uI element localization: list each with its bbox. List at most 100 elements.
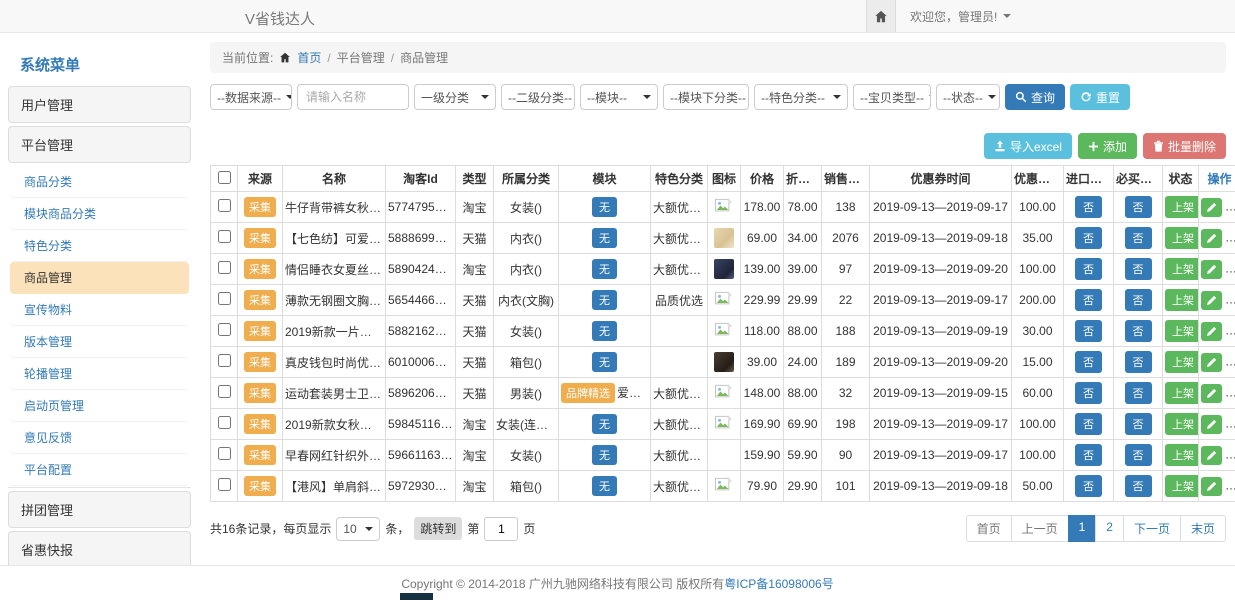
page-button[interactable]: 末页 xyxy=(1180,515,1226,542)
name-search-input[interactable] xyxy=(297,84,409,110)
must-buy-toggle[interactable]: 否 xyxy=(1125,196,1152,218)
edit-button[interactable] xyxy=(1201,291,1222,310)
edit-button[interactable] xyxy=(1201,322,1222,341)
home-icon[interactable] xyxy=(866,0,896,32)
status-badge[interactable]: 上架 xyxy=(1165,227,1199,249)
edit-button[interactable] xyxy=(1201,260,1222,279)
page-button[interactable]: 1 xyxy=(1068,515,1097,542)
sidebar-group[interactable]: 省惠快报 xyxy=(8,531,191,565)
must-buy-toggle[interactable]: 否 xyxy=(1125,351,1152,373)
breadcrumb-separator: / xyxy=(327,51,330,65)
import-select-toggle[interactable]: 否 xyxy=(1075,320,1102,342)
select-all-checkbox[interactable] xyxy=(218,171,231,184)
edit-button[interactable] xyxy=(1201,446,1222,465)
page-size-select[interactable]: 10 xyxy=(336,517,380,541)
page-button[interactable]: 上一页 xyxy=(1011,515,1069,542)
edit-button[interactable] xyxy=(1201,415,1222,434)
status-badge[interactable]: 上架 xyxy=(1165,320,1199,342)
sidebar-item[interactable]: 商品管理 xyxy=(10,262,189,294)
page-info: 共16条记录，每页显示 10 条， 跳转到 第 页 xyxy=(210,517,535,541)
add-button[interactable]: 添加 xyxy=(1078,133,1137,159)
filter-select[interactable]: --模块下分类-- xyxy=(663,84,749,110)
sidebar-item[interactable]: 特色分类 xyxy=(10,230,189,262)
edit-button[interactable] xyxy=(1201,353,1222,372)
must-buy-toggle[interactable]: 否 xyxy=(1125,475,1152,497)
filter-select[interactable]: 一级分类 xyxy=(414,84,496,110)
must-buy-toggle[interactable]: 否 xyxy=(1125,289,1152,311)
sidebar-item[interactable]: 轮播管理 xyxy=(10,358,189,390)
edit-button[interactable] xyxy=(1201,229,1222,248)
import-select-toggle[interactable]: 否 xyxy=(1075,227,1102,249)
search-button[interactable]: 查询 xyxy=(1005,84,1065,110)
filter-select[interactable]: --特色分类-- xyxy=(754,84,848,110)
page-button[interactable]: 2 xyxy=(1095,515,1124,542)
row-checkbox[interactable] xyxy=(218,261,231,274)
edit-button[interactable] xyxy=(1201,198,1222,217)
filter-select-label: --状态-- xyxy=(943,89,983,106)
import-select-toggle[interactable]: 否 xyxy=(1075,475,1102,497)
import-select-toggle[interactable]: 否 xyxy=(1075,289,1102,311)
must-buy-toggle[interactable]: 否 xyxy=(1125,444,1152,466)
must-buy-cell: 否 xyxy=(1114,285,1163,316)
status-badge[interactable]: 上架 xyxy=(1165,258,1199,280)
status-badge[interactable]: 上架 xyxy=(1165,444,1199,466)
page-button[interactable]: 下一页 xyxy=(1123,515,1181,542)
filter-select[interactable]: --二级分类-- xyxy=(501,84,575,110)
import-select-toggle[interactable]: 否 xyxy=(1075,196,1102,218)
row-checkbox[interactable] xyxy=(218,385,231,398)
status-badge[interactable]: 上架 xyxy=(1165,289,1199,311)
sidebar-item[interactable]: 商品分类 xyxy=(10,166,189,198)
sidebar-item[interactable]: 意见反馈 xyxy=(10,422,189,454)
status-badge[interactable]: 上架 xyxy=(1165,351,1199,373)
row-checkbox[interactable] xyxy=(218,478,231,491)
sidebar-group[interactable]: 平台管理 xyxy=(8,126,191,163)
jump-page-input[interactable] xyxy=(484,517,518,541)
row-checkbox[interactable] xyxy=(218,416,231,429)
edit-button[interactable] xyxy=(1201,384,1222,403)
import-select-toggle[interactable]: 否 xyxy=(1075,382,1102,404)
row-checkbox[interactable] xyxy=(218,354,231,367)
sidebar-group[interactable]: 拼团管理 xyxy=(8,491,191,528)
must-buy-toggle[interactable]: 否 xyxy=(1125,227,1152,249)
status-badge[interactable]: 上架 xyxy=(1165,196,1199,218)
status-badge[interactable]: 上架 xyxy=(1165,413,1199,435)
reset-button[interactable]: 重置 xyxy=(1070,84,1130,110)
import-select-toggle[interactable]: 否 xyxy=(1075,413,1102,435)
must-buy-toggle[interactable]: 否 xyxy=(1125,320,1152,342)
breadcrumb-home-link[interactable]: 首页 xyxy=(297,49,321,66)
filter-select[interactable]: --模块-- xyxy=(580,84,658,110)
user-menu[interactable]: 欢迎您，管理员! xyxy=(896,8,1021,25)
row-checkbox[interactable] xyxy=(218,230,231,243)
sidebar-group[interactable]: 用户管理 xyxy=(8,86,191,123)
sidebar-item[interactable]: 版本管理 xyxy=(10,326,189,358)
row-checkbox[interactable] xyxy=(218,292,231,305)
row-checkbox[interactable] xyxy=(218,323,231,336)
row-select-cell xyxy=(211,378,238,409)
status-badge[interactable]: 上架 xyxy=(1165,382,1199,404)
must-buy-toggle[interactable]: 否 xyxy=(1125,258,1152,280)
import-select-toggle[interactable]: 否 xyxy=(1075,444,1102,466)
sidebar-item[interactable]: 启动页管理 xyxy=(10,390,189,422)
data-source-select[interactable]: --数据来源-- xyxy=(210,84,292,110)
row-select-cell xyxy=(211,285,238,316)
import-excel-button[interactable]: 导入excel xyxy=(984,133,1072,159)
sidebar-item[interactable]: 模块商品分类 xyxy=(10,198,189,230)
edit-button[interactable] xyxy=(1201,477,1222,496)
icp-link[interactable]: 粤ICP备16098006号 xyxy=(724,575,833,592)
status-badge[interactable]: 上架 xyxy=(1165,475,1199,497)
import-select-cell: 否 xyxy=(1064,378,1114,409)
sales-count: 101 xyxy=(822,471,870,502)
jump-button[interactable]: 跳转到 xyxy=(414,517,462,540)
sidebar-item[interactable]: 宣传物料 xyxy=(10,294,189,326)
sidebar-item[interactable]: 平台配置 xyxy=(10,454,189,486)
row-checkbox[interactable] xyxy=(218,447,231,460)
batch-delete-button[interactable]: 批量删除 xyxy=(1143,133,1226,159)
filter-select[interactable]: --宝贝类型-- xyxy=(853,84,931,110)
row-checkbox[interactable] xyxy=(218,199,231,212)
must-buy-toggle[interactable]: 否 xyxy=(1125,413,1152,435)
must-buy-toggle[interactable]: 否 xyxy=(1125,382,1152,404)
import-select-toggle[interactable]: 否 xyxy=(1075,351,1102,373)
page-button[interactable]: 首页 xyxy=(966,515,1012,542)
import-select-toggle[interactable]: 否 xyxy=(1075,258,1102,280)
filter-select[interactable]: --状态-- xyxy=(936,84,1000,110)
